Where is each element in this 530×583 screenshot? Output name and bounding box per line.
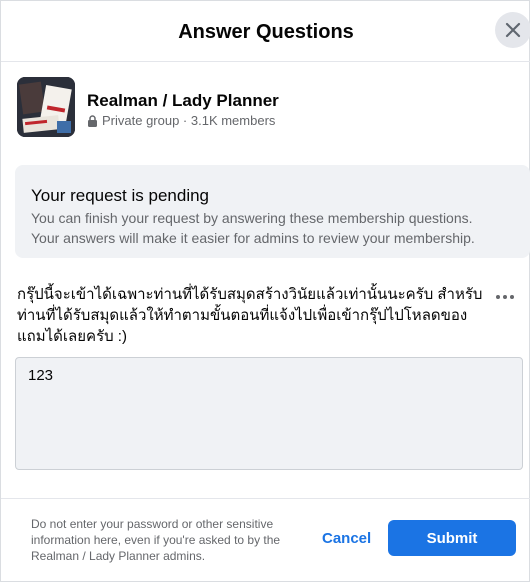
group-info: Realman / Lady Planner Private group · 3… xyxy=(17,77,507,139)
dialog-title: Answer Questions xyxy=(178,21,354,43)
close-button[interactable] xyxy=(495,12,530,48)
answer-questions-dialog: Answer Questions Realman / Lady Planner xyxy=(0,0,530,582)
lock-icon xyxy=(88,114,97,127)
close-icon xyxy=(505,22,521,38)
password-disclaimer: Do not enter your password or other sens… xyxy=(31,517,281,563)
answer-input[interactable]: 123 xyxy=(15,357,523,470)
group-cover-image[interactable] xyxy=(17,77,75,137)
cancel-button[interactable]: Cancel xyxy=(322,530,371,547)
dialog-footer: Do not enter your password or other sens… xyxy=(1,498,530,583)
membership-question: กรุ๊ปนี้จะเข้าได้เฉพาะท่านที่ได้รับสมุดส… xyxy=(17,286,483,345)
pending-description: You can finish your request by answering… xyxy=(31,210,475,246)
pending-notice: Your request is pending You can finish y… xyxy=(15,165,530,258)
more-options-icon xyxy=(496,295,500,299)
group-meta: Private group · 3.1K members xyxy=(87,113,275,128)
question-more-button[interactable] xyxy=(493,289,517,305)
submit-button[interactable]: Submit xyxy=(388,520,516,556)
group-name[interactable]: Realman / Lady Planner xyxy=(87,91,279,111)
pending-title: Your request is pending xyxy=(31,186,210,205)
dialog-header: Answer Questions xyxy=(1,1,530,62)
group-meta-text: Private group · 3.1K members xyxy=(102,113,276,128)
